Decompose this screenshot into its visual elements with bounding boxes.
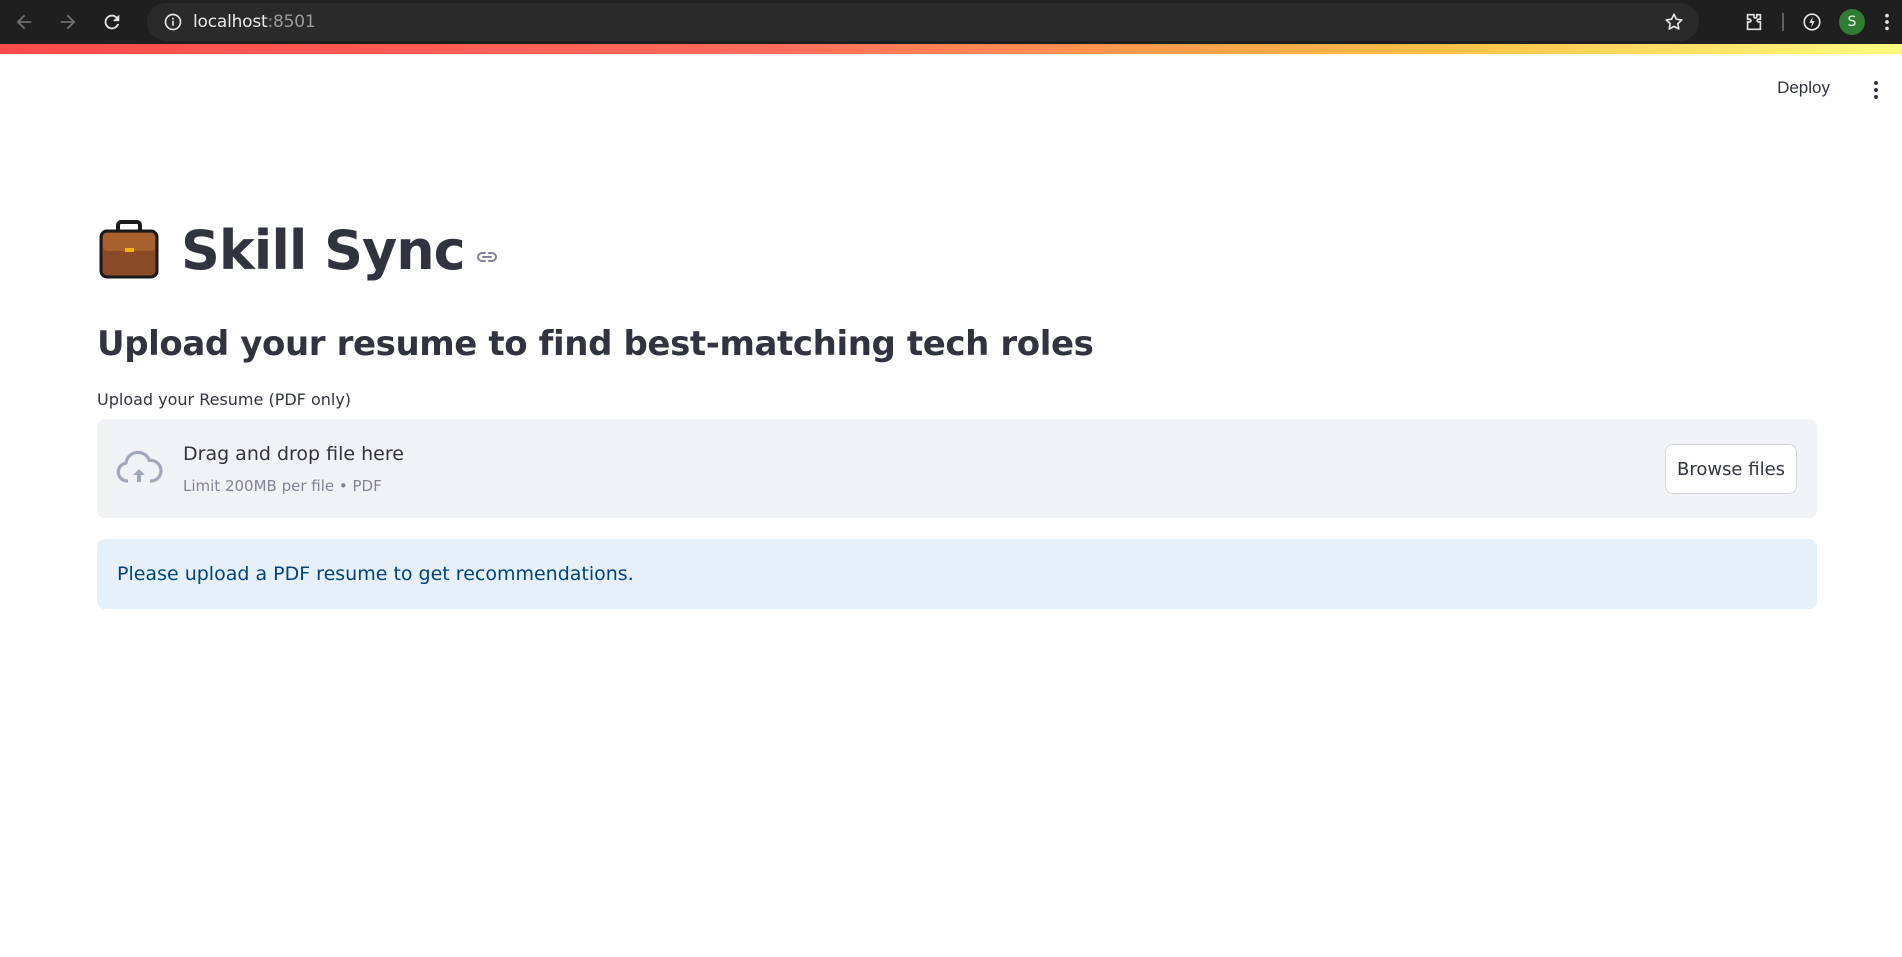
- menu-dot: [1874, 88, 1878, 92]
- browser-menu-button[interactable]: [1872, 0, 1902, 44]
- extensions-button[interactable]: [1734, 0, 1774, 44]
- avatar: S: [1839, 9, 1865, 35]
- file-dropzone[interactable]: Drag and drop file here Limit 200MB per …: [97, 419, 1817, 518]
- menu-dot: [1874, 81, 1878, 85]
- info-alert-text: Please upload a PDF resume to get recomm…: [117, 563, 634, 585]
- arrow-right-icon: [60, 14, 76, 30]
- dropzone-instructions: Drag and drop file here: [183, 443, 404, 465]
- browse-files-button[interactable]: Browse files: [1665, 444, 1797, 494]
- page-subtitle: Upload your resume to find best-matching…: [97, 324, 1094, 364]
- browser-toolbar: localhost:8501 S: [0, 0, 1902, 44]
- bookmark-star-icon[interactable]: [1663, 11, 1685, 33]
- address-bar[interactable]: localhost:8501: [147, 3, 1699, 41]
- file-uploader-label: Upload your Resume (PDF only): [97, 390, 352, 409]
- main-content: Skill Sync Upload your resume to find be…: [97, 210, 1817, 609]
- arrow-left-icon: [16, 14, 32, 30]
- reload-icon: [104, 14, 120, 30]
- anchor-link-icon[interactable]: [475, 245, 499, 269]
- performance-button[interactable]: [1792, 0, 1832, 44]
- energy-saver-icon: [1803, 13, 1821, 31]
- extensions-area: S: [1734, 0, 1902, 44]
- streamlit-decoration-bar: [0, 44, 1902, 54]
- url-text: localhost:8501: [193, 12, 316, 32]
- deploy-button[interactable]: Deploy: [1777, 78, 1830, 98]
- app-header: Deploy: [0, 54, 1902, 126]
- cloud-upload-icon: [116, 450, 163, 483]
- main-menu-button[interactable]: [1864, 78, 1888, 102]
- dropzone-limit-text: Limit 200MB per file • PDF: [183, 477, 382, 495]
- forward-button[interactable]: [46, 0, 90, 44]
- site-info-icon[interactable]: [153, 3, 193, 41]
- title-row: Skill Sync: [97, 210, 1817, 290]
- profile-button[interactable]: S: [1832, 0, 1872, 44]
- reload-button[interactable]: [90, 0, 134, 44]
- vertical-dots-icon: [1885, 13, 1889, 31]
- page-title: Skill Sync: [181, 218, 466, 282]
- toolbar-divider: [1782, 13, 1784, 31]
- puzzle-icon: [1746, 13, 1762, 31]
- briefcase-icon: [99, 220, 159, 279]
- back-button[interactable]: [2, 0, 46, 44]
- info-alert: Please upload a PDF resume to get recomm…: [97, 539, 1817, 609]
- menu-dot: [1874, 95, 1878, 99]
